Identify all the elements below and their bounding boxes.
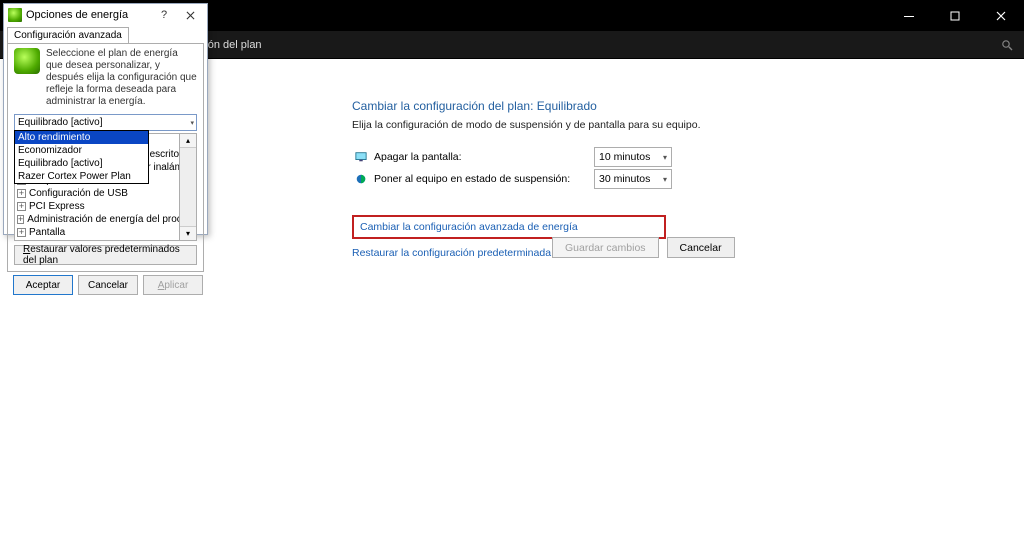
tree-label: Pantalla	[29, 227, 65, 238]
chevron-down-icon: ▾	[663, 153, 667, 162]
dialog-tabpanel: Seleccione el plan de energía que desea …	[7, 43, 204, 272]
power-options-icon	[8, 8, 22, 22]
save-changes-button[interactable]: Guardar cambios	[552, 237, 659, 258]
combo-selected-value: Equilibrado [activo]	[18, 117, 103, 128]
dialog-title: Opciones de energía	[26, 9, 151, 21]
scroll-down-button[interactable]: ▾	[180, 226, 196, 240]
power-plan-combo[interactable]: Equilibrado [activo] ▾ Alto rendimiento …	[14, 114, 197, 131]
ok-button[interactable]: Aceptar	[13, 275, 73, 295]
row-sleep-label: Poner al equipo en estado de suspensión:	[374, 173, 570, 185]
cancel-dialog-button[interactable]: Cancelar	[78, 275, 138, 295]
scroll-up-button[interactable]: ▴	[180, 134, 196, 148]
close-button[interactable]	[978, 0, 1024, 31]
tree-row[interactable]: +PCI Express	[15, 200, 179, 213]
chevron-down-icon: ▾	[663, 175, 667, 184]
maximize-button[interactable]	[932, 0, 978, 31]
option-alto-rendimiento[interactable]: Alto rendimiento	[15, 131, 148, 144]
monitor-icon	[354, 150, 368, 164]
energy-icon	[14, 48, 40, 74]
restore-row: Restaurar valores predeterminados del pl…	[8, 245, 203, 271]
display-off-value: 10 minutos	[599, 151, 650, 163]
combo-dropdown: Alto rendimiento Economizador Equilibrad…	[14, 130, 149, 184]
tree-row[interactable]: +Pantalla	[15, 226, 179, 239]
close-dialog-button[interactable]	[177, 4, 203, 26]
search-icon[interactable]	[998, 36, 1016, 54]
chevron-down-icon: ▾	[190, 119, 194, 127]
sleep-select[interactable]: 30 minutos ▾	[594, 169, 672, 189]
minimize-button[interactable]	[886, 0, 932, 31]
row-display-label: Apagar la pantalla:	[374, 151, 462, 163]
expand-icon[interactable]: +	[17, 215, 24, 224]
cancel-button[interactable]: Cancelar	[667, 237, 735, 258]
row-display-off: Apagar la pantalla: 10 minutos ▾	[354, 147, 912, 167]
plan-footer-buttons: Guardar cambios Cancelar	[552, 237, 735, 258]
tab-advanced[interactable]: Configuración avanzada	[7, 27, 129, 44]
row-sleep: Poner al equipo en estado de suspensión:…	[354, 169, 912, 189]
dialog-desc-text: Seleccione el plan de energía que desea …	[46, 48, 197, 108]
expand-icon[interactable]: +	[17, 189, 26, 198]
power-options-dialog: Opciones de energía ? Configuración avan…	[3, 3, 208, 235]
tree-label: PCI Express	[29, 201, 85, 212]
page-subtitle: Elija la configuración de modo de suspen…	[352, 119, 912, 131]
option-equilibrado[interactable]: Equilibrado [activo]	[15, 157, 148, 170]
dialog-footer-buttons: Aceptar Cancelar Aplicar	[4, 275, 207, 300]
restore-btn-rest: estaurar valores predeterminados del pla…	[23, 244, 180, 266]
expand-icon[interactable]: +	[17, 228, 26, 237]
display-off-select[interactable]: 10 minutos ▾	[594, 147, 672, 167]
help-button[interactable]: ?	[151, 4, 177, 26]
restore-plan-defaults-button[interactable]: Restaurar valores predeterminados del pl…	[14, 245, 197, 265]
dialog-tabs: Configuración avanzada	[4, 26, 207, 43]
option-economizador[interactable]: Economizador	[15, 144, 148, 157]
tree-row[interactable]: +Administración de energía del procesado…	[15, 213, 179, 226]
tree-scrollbar[interactable]: ▴ ▾	[180, 133, 197, 241]
tree-label: Administración de energía del procesador	[27, 214, 180, 225]
tree-label: Configuración de USB	[29, 188, 128, 199]
tree-row[interactable]: +Configuración de USB	[15, 187, 179, 200]
expand-icon[interactable]: +	[17, 202, 26, 211]
option-razer-cortex[interactable]: Razer Cortex Power Plan	[15, 170, 148, 183]
sleep-icon	[354, 172, 368, 186]
sleep-value: 30 minutos	[599, 173, 650, 185]
window-controls	[886, 0, 1024, 31]
advanced-settings-link[interactable]: Cambiar la configuración avanzada de ene…	[352, 215, 666, 239]
dialog-description: Seleccione el plan de energía que desea …	[8, 44, 203, 112]
dialog-titlebar: Opciones de energía ?	[4, 4, 207, 26]
page-title: Cambiar la configuración del plan: Equil…	[352, 99, 912, 113]
apply-button[interactable]: Aplicar	[143, 275, 203, 295]
